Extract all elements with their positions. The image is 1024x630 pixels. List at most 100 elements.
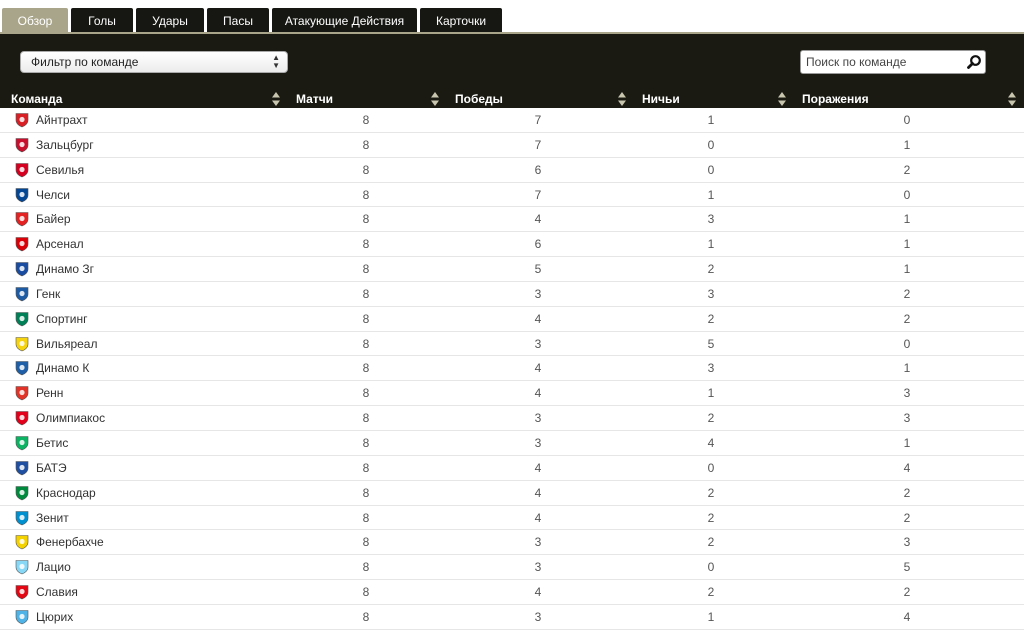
team-cell[interactable]: БАТЭ <box>14 456 67 480</box>
table-row[interactable]: Айнтрахт 8 7 1 0 <box>0 108 1024 133</box>
table-row[interactable]: Арсенал 8 6 1 1 <box>0 232 1024 258</box>
team-name[interactable]: Славия <box>36 585 78 599</box>
matches-cell: 8 <box>362 485 370 500</box>
tab-attacking-actions[interactable]: Атакующие Действия <box>272 8 417 32</box>
team-cell[interactable]: Зенит <box>14 506 69 530</box>
search-icon[interactable] <box>965 53 983 71</box>
draws-cell: 3 <box>707 286 715 301</box>
team-cell[interactable]: Арсенал <box>14 232 84 256</box>
wins-cell: 4 <box>534 460 542 475</box>
team-name[interactable]: Лацио <box>36 560 71 574</box>
table-row[interactable]: Цюрих 8 3 1 4 <box>0 605 1024 630</box>
team-name[interactable]: Олимпиакос <box>36 411 105 425</box>
team-cell[interactable]: Челси <box>14 183 70 207</box>
table-row[interactable]: Вильяреал 8 3 5 0 <box>0 332 1024 357</box>
team-name[interactable]: Зенит <box>36 511 69 525</box>
table-row[interactable]: БАТЭ 8 4 0 4 <box>0 456 1024 481</box>
team-crest-icon <box>14 336 30 352</box>
team-name[interactable]: Ренн <box>36 386 63 400</box>
team-name[interactable]: Зальцбург <box>36 138 94 152</box>
wins-cell: 3 <box>534 411 542 426</box>
draws-cell: 1 <box>707 386 715 401</box>
wins-cell: 3 <box>534 560 542 575</box>
column-header-draws[interactable]: Ничьи <box>642 90 680 108</box>
team-search-input[interactable] <box>801 51 961 73</box>
team-name[interactable]: Спортинг <box>36 312 87 326</box>
table-row[interactable]: Краснодар 8 4 2 2 <box>0 481 1024 506</box>
team-cell[interactable]: Фенербахче <box>14 530 104 554</box>
table-row[interactable]: Спортинг 8 4 2 2 <box>0 307 1024 332</box>
team-cell[interactable]: Севилья <box>14 158 84 182</box>
table-row[interactable]: Севилья 8 6 0 2 <box>0 158 1024 183</box>
team-cell[interactable]: Динамо Зг <box>14 257 94 281</box>
team-name[interactable]: БАТЭ <box>36 461 67 475</box>
team-cell[interactable]: Олимпиакос <box>14 406 105 430</box>
team-name[interactable]: Арсенал <box>36 237 84 251</box>
table-row[interactable]: Лацио 8 3 0 5 <box>0 555 1024 581</box>
team-cell[interactable]: Бетис <box>14 431 68 455</box>
team-name[interactable]: Цюрих <box>36 610 73 624</box>
column-header-wins[interactable]: Победы <box>455 90 503 108</box>
sort-icon[interactable] <box>431 92 439 106</box>
matches-cell: 8 <box>362 535 370 550</box>
column-header-wins-label: Победы <box>455 92 503 106</box>
team-name[interactable]: Севилья <box>36 163 84 177</box>
tab-shots[interactable]: Удары <box>136 8 204 32</box>
team-cell[interactable]: Динамо К <box>14 356 89 380</box>
table-row[interactable]: Ренн 8 4 1 3 <box>0 381 1024 407</box>
tab-goals[interactable]: Голы <box>71 8 133 32</box>
team-cell[interactable]: Краснодар <box>14 481 96 505</box>
losses-cell: 2 <box>903 311 911 326</box>
column-header-team[interactable]: Команда <box>11 90 62 108</box>
table-row[interactable]: Байер 8 4 3 1 <box>0 207 1024 233</box>
table-row[interactable]: Генк 8 3 3 2 <box>0 282 1024 307</box>
team-filter-select[interactable]: Фильтр по команде ▲ ▼ <box>20 51 288 73</box>
team-name[interactable]: Айнтрахт <box>36 113 88 127</box>
team-name[interactable]: Вильяреал <box>36 337 97 351</box>
table-row[interactable]: Фенербахче 8 3 2 3 <box>0 530 1024 556</box>
team-cell[interactable]: Байер <box>14 207 71 231</box>
table-row[interactable]: Зенит 8 4 2 2 <box>0 506 1024 531</box>
team-cell[interactable]: Вильяреал <box>14 332 97 356</box>
table-row[interactable]: Зальцбург 8 7 0 1 <box>0 133 1024 158</box>
team-name[interactable]: Фенербахче <box>36 535 104 549</box>
sort-icon[interactable] <box>272 92 280 106</box>
team-name[interactable]: Челси <box>36 188 70 202</box>
team-name[interactable]: Динамо К <box>36 361 89 375</box>
table-row[interactable]: Челси 8 7 1 0 <box>0 183 1024 208</box>
table-row[interactable]: Динамо Зг 8 5 2 1 <box>0 257 1024 282</box>
team-crest-icon <box>14 236 30 252</box>
losses-cell: 0 <box>903 336 911 351</box>
team-crest-icon <box>14 584 30 600</box>
draws-cell: 0 <box>707 560 715 575</box>
team-cell[interactable]: Зальцбург <box>14 133 94 157</box>
team-name[interactable]: Динамо Зг <box>36 262 94 276</box>
column-header-matches[interactable]: Матчи <box>296 90 333 108</box>
matches-cell: 8 <box>362 137 370 152</box>
team-cell[interactable]: Айнтрахт <box>14 108 88 132</box>
table-row[interactable]: Бетис 8 3 4 1 <box>0 431 1024 456</box>
tab-overview[interactable]: Обзор <box>2 8 68 32</box>
team-name[interactable]: Байер <box>36 212 71 226</box>
tab-cards[interactable]: Карточки <box>420 8 502 32</box>
sort-icon[interactable] <box>778 92 786 106</box>
team-name[interactable]: Краснодар <box>36 486 96 500</box>
team-cell[interactable]: Цюрих <box>14 605 73 629</box>
team-cell[interactable]: Спортинг <box>14 307 87 331</box>
table-row[interactable]: Олимпиакос 8 3 2 3 <box>0 406 1024 431</box>
column-header-losses[interactable]: Поражения <box>802 90 869 108</box>
team-cell[interactable]: Лацио <box>14 555 71 579</box>
team-cell[interactable]: Генк <box>14 282 60 306</box>
team-name[interactable]: Бетис <box>36 436 68 450</box>
tab-passes[interactable]: Пасы <box>207 8 269 32</box>
sort-icon[interactable] <box>618 92 626 106</box>
team-cell[interactable]: Ренн <box>14 381 63 405</box>
table-row[interactable]: Славия 8 4 2 2 <box>0 580 1024 605</box>
team-name[interactable]: Генк <box>36 287 60 301</box>
table-row[interactable]: Динамо К 8 4 3 1 <box>0 356 1024 382</box>
team-cell[interactable]: Славия <box>14 580 78 604</box>
tab-bar: Обзор Голы Удары Пасы Атакующие Действия… <box>0 8 505 32</box>
sort-icon[interactable] <box>1008 92 1016 106</box>
wins-cell: 4 <box>534 212 542 227</box>
team-crest-icon <box>14 187 30 203</box>
